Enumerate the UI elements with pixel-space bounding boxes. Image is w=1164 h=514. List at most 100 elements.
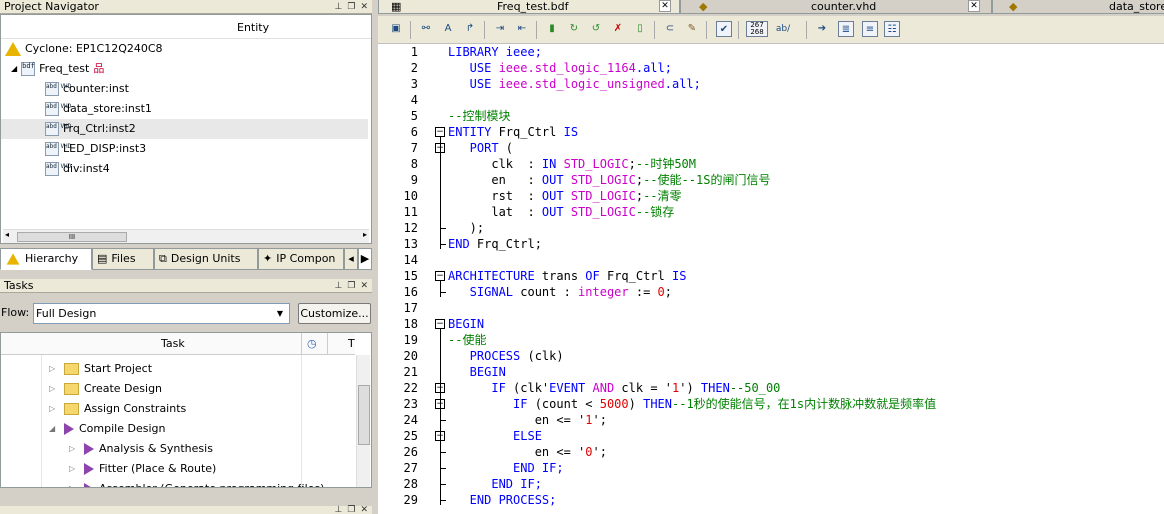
code-line[interactable]: --使能 (448, 332, 486, 348)
tab-hierarchy[interactable]: Hierarchy (0, 248, 92, 270)
expand-arrow-icon[interactable]: ▷ (69, 459, 79, 479)
fold-toggle-icon[interactable]: − (435, 127, 445, 137)
fold-toggle-icon[interactable]: − (435, 271, 445, 281)
close-tab-icon[interactable]: ✕ (659, 0, 671, 12)
close-icon[interactable]: ✕ (360, 0, 368, 14)
task-row[interactable]: ▷ Analysis & Synthesis (69, 439, 213, 459)
check-icon[interactable]: ✔ (716, 21, 732, 37)
code-line[interactable]: rst : OUT STD_LOGIC;--清零 (448, 188, 681, 204)
tab-scroll-left[interactable]: ◂ (344, 248, 358, 270)
goto-icon[interactable]: ↱ (462, 21, 478, 37)
collapse-arrow-icon[interactable]: ◢ (11, 59, 17, 79)
instance-node[interactable]: abd VHD div:inst4 (45, 159, 110, 179)
expand-arrow-icon[interactable]: ▷ (69, 479, 79, 487)
code-line[interactable]: END PROCESS; (448, 492, 557, 508)
code-line[interactable]: IF (clk'EVENT AND clk = '1') THEN--50_00 (448, 380, 780, 396)
code-line[interactable]: SIGNAL count : integer := 0; (448, 284, 672, 300)
code-line[interactable]: IF (count < 5000) THEN--1秒的使能信号，在1s内计数脉冲… (448, 396, 936, 412)
t-column-header[interactable]: T (348, 337, 355, 350)
pin-icon[interactable]: ⊥ (335, 279, 343, 293)
code-line[interactable]: en <= '0'; (448, 444, 607, 460)
tab-ip-components[interactable]: ✦ IP Compon (258, 248, 344, 270)
expand-arrow-icon[interactable]: ▷ (49, 359, 59, 379)
code-line[interactable]: ELSE (448, 428, 542, 444)
code-line[interactable]: ENTITY Frq_Ctrl IS (448, 124, 578, 140)
code-line[interactable]: LIBRARY ieee; (448, 44, 542, 60)
code-line[interactable]: END Frq_Ctrl; (448, 236, 542, 252)
code-line[interactable]: USE ieee.std_logic_unsigned.all; (448, 76, 701, 92)
wrap-icon[interactable]: ➔ (814, 21, 830, 37)
attach-icon[interactable]: ⊂ (662, 21, 678, 37)
template-icon[interactable]: ✎ (684, 21, 700, 37)
task-row[interactable]: ▷ Start Project (49, 359, 152, 379)
tab-data-store[interactable]: ◆ data_store (992, 0, 1164, 14)
customize-button[interactable]: Customize... (298, 303, 371, 324)
collapse-arrow-icon[interactable]: ◢ (49, 419, 59, 439)
tasks-vertical-scrollbar[interactable] (356, 355, 370, 487)
code-line[interactable]: lat : OUT STD_LOGIC--锁存 (448, 204, 674, 220)
scroll-thumb[interactable] (358, 385, 370, 445)
task-row[interactable]: ◢ Compile Design (49, 419, 165, 439)
scroll-right-icon[interactable]: ▸ (363, 230, 367, 239)
next-bookmark-icon[interactable]: ↻ (566, 21, 582, 37)
code-line[interactable]: PROCESS (clk) (448, 348, 564, 364)
close-tab-icon[interactable]: ✕ (968, 0, 980, 12)
tab-counter-vhd[interactable]: ◆ counter.vhd ✕ (680, 0, 992, 14)
tab-design-units[interactable]: ⧉ Design Units (154, 248, 258, 270)
task-row[interactable]: ▷ Create Design (49, 379, 162, 399)
scroll-left-icon[interactable]: ◂ (5, 230, 9, 239)
indent-icon[interactable]: ⇥ (492, 21, 508, 37)
scroll-thumb[interactable]: III (17, 232, 127, 242)
code-line[interactable]: clk : IN STD_LOGIC;--时钟50M (448, 156, 696, 172)
code-line[interactable]: PORT ( (448, 140, 513, 156)
task-row[interactable]: ▷ Assembler (Generate programming files) (69, 479, 324, 487)
entity-column-header[interactable]: Entity (1, 15, 371, 39)
task-row[interactable]: ▷ Fitter (Place & Route) (69, 459, 216, 479)
unindent-icon[interactable]: ⇤ (514, 21, 530, 37)
code-line[interactable]: BEGIN (448, 316, 484, 332)
line-column-button[interactable]: 267 268 (746, 21, 768, 37)
chevron-down-icon[interactable]: ▼ (273, 306, 287, 321)
code-line[interactable]: ARCHITECTURE trans OF Frq_Ctrl IS (448, 268, 686, 284)
code-line[interactable]: --控制模块 (448, 108, 510, 124)
tab-files[interactable]: ▤ Files (92, 248, 154, 270)
clear-bookmarks-icon[interactable]: ✗ (610, 21, 626, 37)
code-line[interactable]: en <= '1'; (448, 412, 607, 428)
pin-icon[interactable]: ⊥ (335, 506, 343, 514)
device-node[interactable]: Cyclone: EP1C12Q240C8 (5, 39, 163, 59)
instance-node[interactable]: abd VHD LED_DISP:inst3 (45, 139, 146, 159)
horizontal-scrollbar[interactable]: ◂ III ▸ (3, 229, 369, 243)
instance-node[interactable]: abd VHD data_store:inst1 (45, 99, 152, 119)
code-line[interactable]: END IF; (448, 460, 564, 476)
close-icon[interactable]: ✕ (360, 279, 368, 293)
expand-arrow-icon[interactable]: ▷ (49, 399, 59, 419)
code-line[interactable]: BEGIN (448, 364, 506, 380)
float-icon[interactable]: ❐ (347, 279, 355, 293)
bookmark-icon[interactable]: ▮ (544, 21, 560, 37)
code-line[interactable]: ); (448, 220, 484, 236)
code-editor[interactable]: 1 2 3 4 5 6 7 8 9 10 11 12 13 14 15 16 17 18 19 20 21 22 23 24 2… (378, 44, 1164, 514)
instance-node[interactable]: abd VHD counter:inst (45, 79, 129, 99)
insert-block-icon[interactable]: ▣ (388, 21, 404, 37)
task-row[interactable]: ▷ Assign Constraints (49, 399, 186, 419)
code-line[interactable]: USE ieee.std_logic_1164.all; (448, 60, 672, 76)
task-column-header[interactable]: Task (161, 337, 185, 350)
float-icon[interactable]: ❐ (347, 0, 355, 14)
tab-scroll-right[interactable]: ▶ (358, 248, 372, 270)
prev-bookmark-icon[interactable]: ↺ (588, 21, 604, 37)
bookmark-list-icon[interactable]: ▯ (632, 21, 648, 37)
abv-button[interactable]: ab/ (772, 21, 794, 37)
find-icon[interactable]: ⚯ (418, 21, 434, 37)
close-icon[interactable]: ✕ (360, 506, 368, 514)
pin-icon[interactable]: ⊥ (335, 0, 343, 14)
tab-freq-test-bdf[interactable]: ▦ Freq_test.bdf ✕ (378, 0, 680, 14)
layout-2-icon[interactable]: ≡ (862, 21, 878, 37)
expand-arrow-icon[interactable]: ▷ (49, 379, 59, 399)
flow-select[interactable]: Full Design ▼ (33, 303, 290, 324)
code-line[interactable]: en : OUT STD_LOGIC;--使能--1S的闸门信号 (448, 172, 770, 188)
float-icon[interactable]: ❐ (347, 506, 355, 514)
top-entity-node[interactable]: ◢ bdf Freq_test 品 (11, 59, 104, 79)
layout-3-icon[interactable]: ☷ (884, 21, 900, 37)
expand-arrow-icon[interactable]: ▷ (69, 439, 79, 459)
fold-toggle-icon[interactable]: − (435, 319, 445, 329)
